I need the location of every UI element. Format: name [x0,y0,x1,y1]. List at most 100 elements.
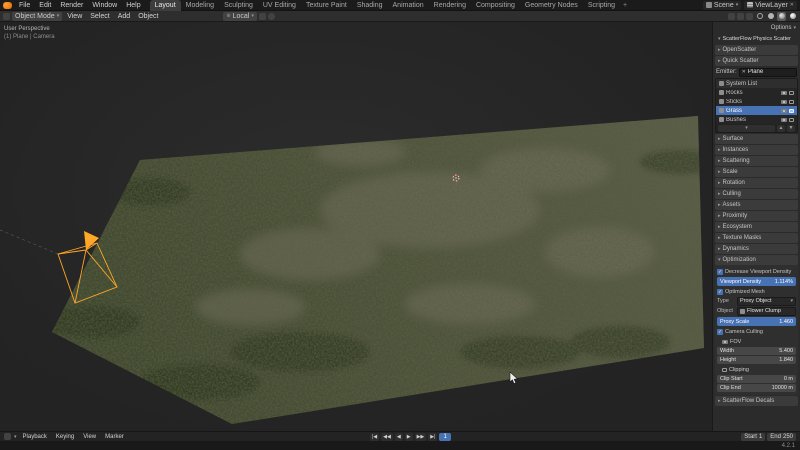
frame-end-field[interactable]: End 250 [767,432,796,441]
viewport-visibility-icon[interactable] [789,90,794,95]
view-menu[interactable]: View [64,13,85,20]
add-menu[interactable]: Add [115,13,133,20]
system-row-sticks[interactable]: Sticks [716,97,797,106]
section-dynamics[interactable]: ▸ Dynamics [715,244,798,254]
emitter-object-field[interactable]: ✕ Plane [738,67,797,77]
section-optimization[interactable]: ▾ Optimization [715,255,798,265]
mode-dropdown[interactable]: Object Mode ▾ [12,11,63,21]
xray-toggle-icon[interactable] [746,12,753,20]
system-row-grass[interactable]: Grass [716,106,797,115]
panel-quick-scatter[interactable]: ▸ Quick Scatter [715,56,798,66]
viewport-visibility-icon[interactable] [789,117,794,122]
workspace-tab-animation[interactable]: Animation [388,0,429,11]
play-reverse-button[interactable]: ◀ [394,432,403,441]
fov-width-field[interactable]: Width 5.400 [717,347,796,355]
close-icon[interactable]: ✕ [742,69,746,75]
decrease-viewport-density-checkbox[interactable]: ✓ [717,268,723,275]
gizmo-toggle-icon[interactable] [728,12,735,20]
jump-to-start-button[interactable]: |◀ [370,432,380,441]
move-down-button[interactable]: ▼ [787,124,795,132]
proxy-object-field[interactable]: Flower Clump [737,306,796,316]
play-button[interactable]: ▶ [404,432,413,441]
previous-keyframe-button[interactable]: ◀◀ [381,432,393,441]
add-workspace-button[interactable]: + [620,0,630,11]
section-assets[interactable]: ▸ Assets [715,200,798,210]
camera-culling-checkbox[interactable]: ✓ [717,328,723,335]
section-instances[interactable]: ▸ Instances [715,145,798,155]
workspace-tab-geometry-nodes[interactable]: Geometry Nodes [520,0,583,11]
workspace-tab-rendering[interactable]: Rendering [429,0,471,11]
timeline-view-menu[interactable]: View [80,434,99,440]
options-dropdown[interactable]: Options [771,25,792,31]
viewport-visibility-icon[interactable] [789,108,794,113]
workspace-tab-shading[interactable]: Shading [352,0,388,11]
optimized-mesh-checkbox[interactable]: ✓ [717,288,723,295]
viewport-visibility-icon[interactable] [789,99,794,104]
list-specials-dropdown[interactable]: ▾ [718,124,775,132]
viewport-3d[interactable]: User Perspective (1) Plane | Camera [0,22,712,431]
viewport-density-slider[interactable]: Viewport Density 1.114% [717,277,796,286]
shading-solid-button[interactable] [766,12,775,21]
view-layer-selector[interactable]: ViewLayer ✕ [744,0,797,10]
workspace-tab-modeling[interactable]: Modeling [181,0,219,11]
section-scattering[interactable]: ▸ Scattering [715,156,798,166]
select-menu[interactable]: Select [87,13,112,20]
snap-magnet-icon[interactable] [258,12,266,20]
camera-visibility-icon[interactable] [781,90,787,95]
object-menu[interactable]: Object [135,13,161,20]
blender-logo-icon[interactable] [3,1,12,9]
shading-wireframe-button[interactable] [755,12,764,21]
menu-window[interactable]: Window [88,2,121,9]
section-rotation[interactable]: ▸ Rotation [715,178,798,188]
section-proximity[interactable]: ▸ Proximity [715,211,798,221]
terrain-plane[interactable] [40,116,712,424]
workspace-tab-scripting[interactable]: Scripting [583,0,620,11]
proxy-object-value: Flower Clump [747,308,781,314]
clip-start-field[interactable]: Clip Start 0 m [717,375,796,383]
system-row-bushes[interactable]: Bushes [716,115,797,124]
panel-scatterflow-physics-scatter[interactable]: ▾ ScatterFlow Physics Scatter [715,34,798,44]
move-up-button[interactable]: ▲ [777,124,785,132]
next-keyframe-button[interactable]: ▶▶ [414,432,427,441]
overlays-toggle-icon[interactable] [737,12,744,20]
section-scatterflow-decals[interactable]: ▸ ScatterFlow Decals [715,396,798,406]
section-texture-masks[interactable]: ▸ Texture Masks [715,233,798,243]
menu-file[interactable]: File [15,2,34,9]
proxy-type-dropdown[interactable]: Proxy Object ▾ [737,296,796,306]
camera-visibility-icon[interactable] [781,117,787,122]
jump-to-end-button[interactable]: ▶| [428,432,438,441]
clip-end-field[interactable]: Clip End 10000 m [717,384,796,392]
workspace-tab-texture-paint[interactable]: Texture Paint [301,0,352,11]
camera-visibility-icon[interactable] [781,99,787,104]
menu-edit[interactable]: Edit [35,2,55,9]
workspace-tab-uv-editing[interactable]: UV Editing [258,0,301,11]
scene-selector[interactable]: Scene ▾ [702,0,742,10]
frame-start-field[interactable]: Start 1 [741,432,766,441]
viewport-header: Object Mode ▾ View Select Add Object ⊕ L… [0,11,800,22]
chevron-down-icon: ▾ [718,257,721,263]
camera-visibility-icon[interactable] [781,108,787,113]
system-row-rocks[interactable]: Rocks [716,88,797,97]
menu-render[interactable]: Render [56,2,87,9]
section-surface[interactable]: ▸ Surface [715,134,798,144]
section-ecosystem[interactable]: ▸ Ecosystem [715,222,798,232]
menu-help[interactable]: Help [122,2,144,9]
panel-openscatter[interactable]: ▸ OpenScatter [715,45,798,55]
playback-menu[interactable]: Playback [20,434,50,440]
proxy-scale-slider[interactable]: Proxy Scale 1.460 [717,317,796,326]
workspace-tab-compositing[interactable]: Compositing [471,0,520,11]
marker-menu[interactable]: Marker [102,434,127,440]
editor-type-icon[interactable] [3,12,10,20]
shading-material-button[interactable] [777,11,786,21]
proportional-edit-icon[interactable] [267,12,275,20]
current-frame-field[interactable]: 1 [439,432,451,441]
workspace-tab-layout[interactable]: Layout [149,0,181,11]
transform-orientation-dropdown[interactable]: ⊕ Local ▾ [223,11,257,21]
section-culling[interactable]: ▸ Culling [715,189,798,199]
workspace-tab-sculpting[interactable]: Sculpting [219,0,258,11]
shading-rendered-button[interactable] [788,12,797,21]
fov-height-field[interactable]: Height 1.840 [717,356,796,364]
section-scale[interactable]: ▸ Scale [715,167,798,177]
keying-menu[interactable]: Keying [53,434,77,440]
timeline-editor-icon[interactable] [4,433,11,440]
